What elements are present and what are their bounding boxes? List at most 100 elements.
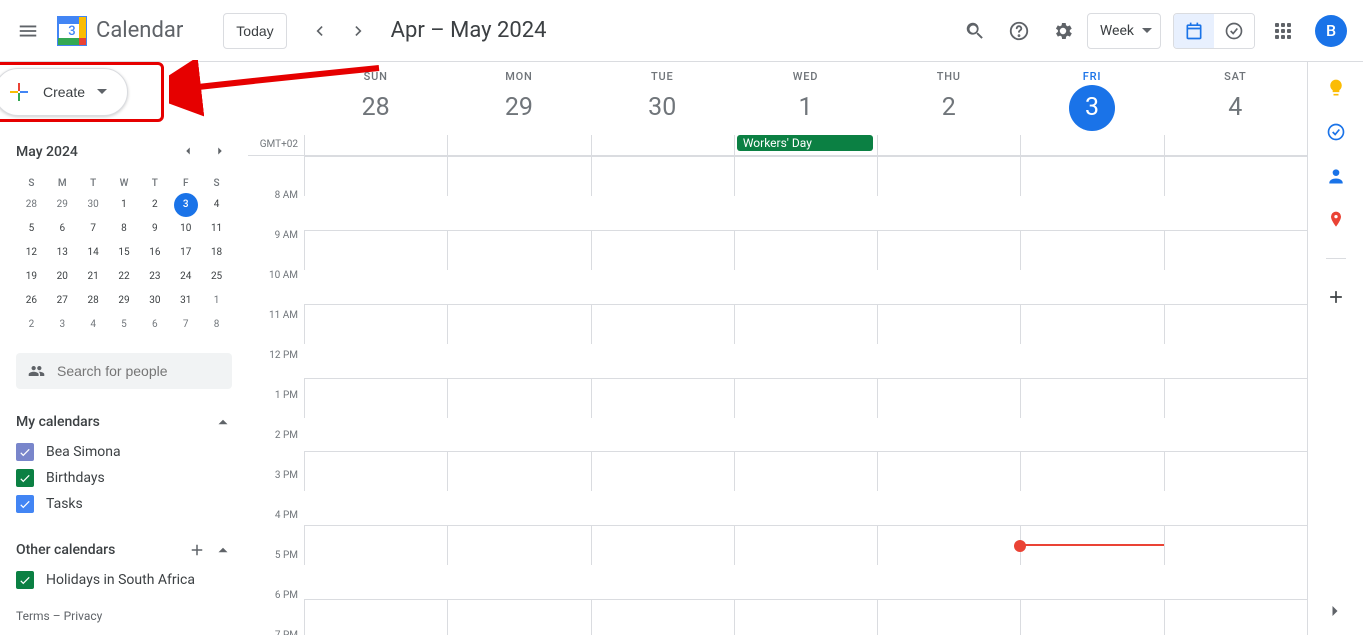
time-cell[interactable] [591, 304, 734, 344]
mini-day[interactable]: 10 [174, 217, 198, 241]
search-button[interactable] [955, 11, 995, 51]
my-calendars-header[interactable]: My calendars [16, 409, 232, 435]
main-menu-button[interactable] [8, 11, 48, 51]
create-button[interactable]: Create [0, 68, 128, 116]
mini-day[interactable]: 22 [112, 265, 136, 289]
time-cell[interactable] [591, 378, 734, 418]
mini-day[interactable]: 3 [174, 193, 198, 217]
time-cell[interactable] [1020, 451, 1163, 491]
time-cell[interactable] [447, 156, 590, 196]
allday-cell[interactable] [447, 135, 590, 155]
day-number[interactable]: 1 [782, 85, 828, 131]
mini-day[interactable]: 16 [143, 241, 167, 265]
day-header[interactable]: WED1 [734, 62, 877, 135]
mini-day[interactable]: 14 [81, 241, 105, 265]
time-cell[interactable] [447, 230, 590, 270]
mini-day[interactable]: 11 [205, 217, 229, 241]
calendar-item[interactable]: Holidays in South Africa [16, 567, 232, 593]
checkbox-icon[interactable] [16, 495, 34, 513]
calendar-view-toggle[interactable] [1174, 14, 1214, 48]
next-week-button[interactable] [339, 11, 379, 51]
mini-day[interactable]: 6 [50, 217, 74, 241]
maps-icon[interactable] [1326, 210, 1346, 230]
mini-day[interactable]: 31 [174, 289, 198, 313]
mini-day[interactable]: 2 [19, 313, 43, 337]
mini-prev-button[interactable] [176, 140, 200, 164]
calendar-item[interactable]: Birthdays [16, 465, 232, 491]
allday-cell[interactable]: Workers' Day [734, 135, 877, 155]
mini-day[interactable]: 6 [143, 313, 167, 337]
plus-icon[interactable] [188, 541, 206, 559]
time-cell[interactable] [877, 525, 1020, 565]
time-cell[interactable] [447, 304, 590, 344]
mini-day[interactable]: 24 [174, 265, 198, 289]
time-cell[interactable] [1164, 451, 1307, 491]
time-cell[interactable] [304, 304, 447, 344]
time-cell[interactable] [1020, 599, 1163, 635]
checkbox-icon[interactable] [16, 443, 34, 461]
mini-day[interactable]: 26 [19, 289, 43, 313]
mini-day[interactable]: 30 [143, 289, 167, 313]
mini-day[interactable]: 30 [81, 193, 105, 217]
time-cell[interactable] [1164, 304, 1307, 344]
mini-day[interactable]: 29 [112, 289, 136, 313]
time-cell[interactable] [877, 304, 1020, 344]
allday-cell[interactable] [877, 135, 1020, 155]
account-avatar[interactable]: B [1315, 15, 1347, 47]
allday-cell[interactable] [304, 135, 447, 155]
time-cell[interactable] [734, 525, 877, 565]
checkbox-icon[interactable] [16, 469, 34, 487]
checkbox-icon[interactable] [16, 571, 34, 589]
search-people[interactable] [16, 353, 232, 389]
mini-day[interactable]: 20 [50, 265, 74, 289]
mini-day[interactable]: 4 [205, 193, 229, 217]
mini-next-button[interactable] [208, 140, 232, 164]
time-cell[interactable] [1020, 156, 1163, 196]
keep-icon[interactable] [1326, 78, 1346, 98]
time-cell[interactable] [304, 599, 447, 635]
mini-day[interactable]: 19 [19, 265, 43, 289]
collapse-panel-button[interactable] [1325, 601, 1345, 625]
mini-day[interactable]: 3 [50, 313, 74, 337]
time-cell[interactable] [734, 599, 877, 635]
allday-event[interactable]: Workers' Day [737, 135, 873, 151]
mini-day[interactable]: 28 [81, 289, 105, 313]
prev-week-button[interactable] [299, 11, 339, 51]
calendar-item[interactable]: Tasks [16, 491, 232, 517]
tasks-icon[interactable] [1326, 122, 1346, 142]
time-cell[interactable] [304, 525, 447, 565]
day-header[interactable]: MON29 [447, 62, 590, 135]
google-apps-button[interactable] [1263, 11, 1303, 51]
allday-cell[interactable] [1164, 135, 1307, 155]
time-cell[interactable] [1164, 525, 1307, 565]
today-button[interactable]: Today [223, 13, 286, 49]
privacy-link[interactable]: Privacy [64, 609, 103, 623]
time-cell[interactable] [734, 378, 877, 418]
time-cell[interactable] [877, 378, 1020, 418]
time-cell[interactable] [591, 525, 734, 565]
mini-day[interactable]: 21 [81, 265, 105, 289]
time-cell[interactable] [447, 378, 590, 418]
time-cell[interactable] [1164, 230, 1307, 270]
add-addon-button[interactable] [1326, 287, 1346, 307]
day-header[interactable]: SUN28 [304, 62, 447, 135]
time-cell[interactable] [1164, 378, 1307, 418]
search-people-input[interactable] [57, 363, 220, 379]
settings-button[interactable] [1043, 11, 1083, 51]
time-cell[interactable] [734, 230, 877, 270]
mini-day[interactable]: 9 [143, 217, 167, 241]
time-cell[interactable] [734, 304, 877, 344]
time-cell[interactable] [877, 156, 1020, 196]
time-cell[interactable] [304, 451, 447, 491]
mini-day[interactable]: 12 [19, 241, 43, 265]
time-cell[interactable] [1020, 304, 1163, 344]
time-cell[interactable] [591, 599, 734, 635]
day-header[interactable]: FRI3 [1020, 62, 1163, 135]
mini-day[interactable]: 18 [205, 241, 229, 265]
tasks-view-toggle[interactable] [1214, 14, 1254, 48]
time-cell[interactable] [591, 230, 734, 270]
mini-day[interactable]: 15 [112, 241, 136, 265]
other-calendars-header[interactable]: Other calendars [16, 537, 232, 563]
mini-day[interactable]: 23 [143, 265, 167, 289]
time-cell[interactable] [877, 599, 1020, 635]
